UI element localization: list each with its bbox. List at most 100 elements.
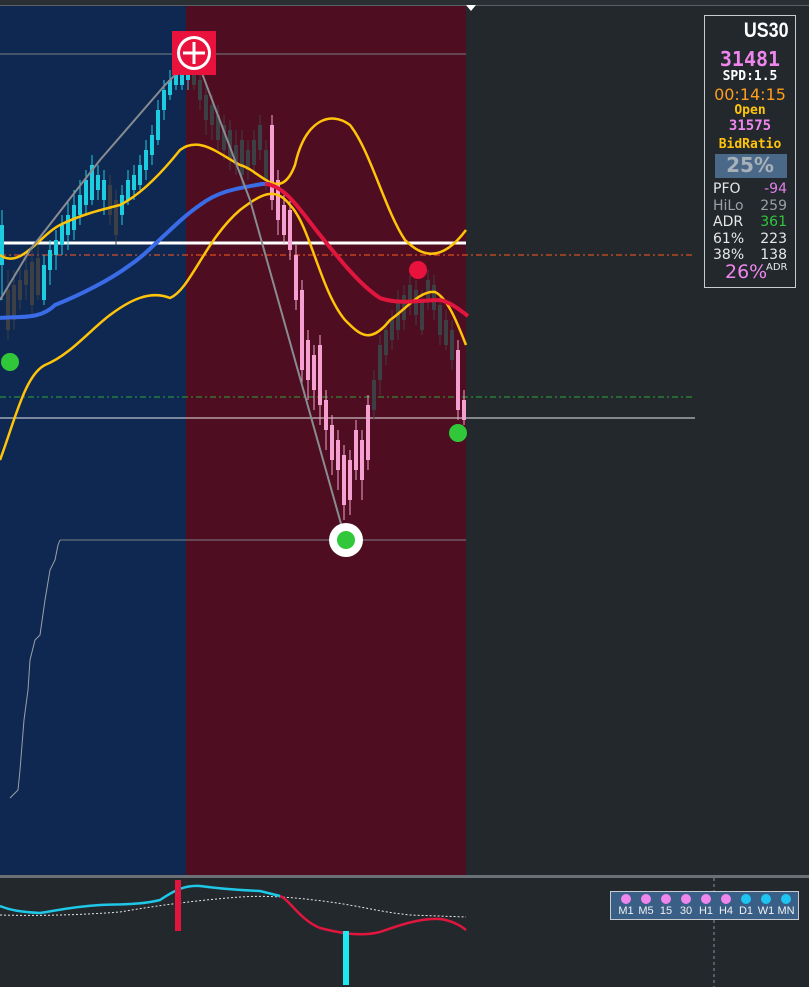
timeframe-panel: M1 M5 15 30 H1 H4 D1 W1 MN <box>610 891 799 920</box>
candle-body <box>330 425 334 460</box>
timeframe-label: H4 <box>718 905 734 917</box>
timeframe-label: W1 <box>757 905 775 917</box>
strength-dot-icon <box>701 894 711 904</box>
oscillator-buy-spike <box>343 931 349 985</box>
buy-signal-large-dot <box>337 531 355 549</box>
price-chart[interactable] <box>0 0 809 987</box>
candle-body <box>426 280 430 300</box>
candle-body <box>438 305 442 335</box>
sell-signal-dot[interactable] <box>409 261 427 279</box>
candle-body <box>42 265 46 300</box>
candle-body <box>204 95 208 120</box>
timeframe-label: 30 <box>679 905 693 917</box>
timeframe-30[interactable]: 30 <box>676 894 696 917</box>
candle-body <box>30 262 34 305</box>
candle-body <box>270 125 274 200</box>
timeframe-label: M1 <box>618 905 634 917</box>
stat-value: 361 <box>760 214 787 230</box>
timeframe-m5[interactable]: M5 <box>636 894 656 917</box>
candle-body <box>198 80 202 100</box>
candle-body <box>84 180 88 205</box>
candle-body <box>18 280 22 300</box>
open-label: Open <box>734 103 766 118</box>
candle-body <box>252 140 256 165</box>
candle-body <box>240 140 244 175</box>
candle-body <box>126 180 130 200</box>
candle-body <box>258 125 262 150</box>
candle-body <box>108 185 112 215</box>
candle-body <box>348 460 352 500</box>
stat-value: -94 <box>764 181 787 197</box>
timeframe-w1[interactable]: W1 <box>756 894 776 917</box>
candle-body <box>444 320 448 345</box>
candle-body <box>138 165 142 185</box>
strength-dot-icon <box>661 894 671 904</box>
candle-body <box>390 320 394 340</box>
info-panel: US30 31481 SPD:1.5 00:14:15 Open 31575 B… <box>704 15 796 288</box>
candle-body <box>384 330 388 355</box>
candle-body <box>342 455 346 505</box>
stat-value: 223 <box>760 230 787 247</box>
candle-body <box>0 225 4 265</box>
timeframe-d1[interactable]: D1 <box>736 894 756 917</box>
bar-timer: 00:14:15 <box>714 85 786 104</box>
candle-body <box>462 400 466 420</box>
candle-body <box>150 135 154 155</box>
candle-body <box>312 355 316 390</box>
candle-body <box>78 195 82 215</box>
candle-body <box>432 285 436 310</box>
candle-body <box>456 350 460 410</box>
stat-label: PFO <box>713 181 741 197</box>
open-value: 31575 <box>728 118 772 134</box>
timeframe-label: H1 <box>698 905 714 917</box>
adr-suffix: ADR <box>766 262 788 273</box>
candle-body <box>420 300 424 330</box>
stat-value: 259 <box>760 197 787 214</box>
timeframe-h4[interactable]: H4 <box>716 894 736 917</box>
strength-dot-icon <box>621 894 631 904</box>
adr-percent: 26% <box>725 261 768 283</box>
timeframe-label: MN <box>777 905 795 917</box>
candle-body <box>354 430 358 470</box>
strength-dot-icon <box>761 894 771 904</box>
timeframe-m1[interactable]: M1 <box>616 894 636 917</box>
candle-body <box>48 250 52 270</box>
candle-body <box>96 175 100 190</box>
candle-body <box>162 90 166 110</box>
frame-line <box>0 5 809 6</box>
buy-signal-dot-left[interactable] <box>1 353 19 371</box>
timeframe-mn[interactable]: MN <box>776 894 796 917</box>
candle-body <box>288 210 292 250</box>
candle-body <box>264 150 268 180</box>
timeframe-15[interactable]: 15 <box>656 894 676 917</box>
bid-ratio-value: 25% <box>726 153 774 177</box>
stat-label: ADR <box>713 214 744 230</box>
candle-body <box>360 440 364 480</box>
candle-body <box>372 380 376 410</box>
timeframe-label: M5 <box>638 905 654 917</box>
bid-ratio-label: BidRatio <box>718 137 782 152</box>
candle-body <box>294 255 298 300</box>
buy-signal-dot-right[interactable] <box>449 424 467 442</box>
strength-dot-icon <box>781 894 791 904</box>
top-border <box>0 0 809 5</box>
candle-body <box>132 175 136 190</box>
strength-dot-icon <box>681 894 691 904</box>
candle-body <box>144 150 148 170</box>
candle-body <box>336 440 340 470</box>
candle-body <box>378 345 382 380</box>
candle-body <box>318 345 322 405</box>
candle-body <box>282 205 286 235</box>
candle-body <box>6 290 10 330</box>
candle-body <box>210 105 214 125</box>
strength-dot-icon <box>641 894 651 904</box>
subwindow-divider[interactable] <box>0 875 809 878</box>
shift-marker[interactable] <box>466 5 476 11</box>
candle-body <box>60 225 64 245</box>
candle-body <box>366 405 370 460</box>
candle-body <box>102 180 106 200</box>
timeframe-h1[interactable]: H1 <box>696 894 716 917</box>
timeframe-label: 15 <box>659 905 673 917</box>
stat-label: 61% <box>713 230 745 247</box>
candle-body <box>156 110 160 140</box>
